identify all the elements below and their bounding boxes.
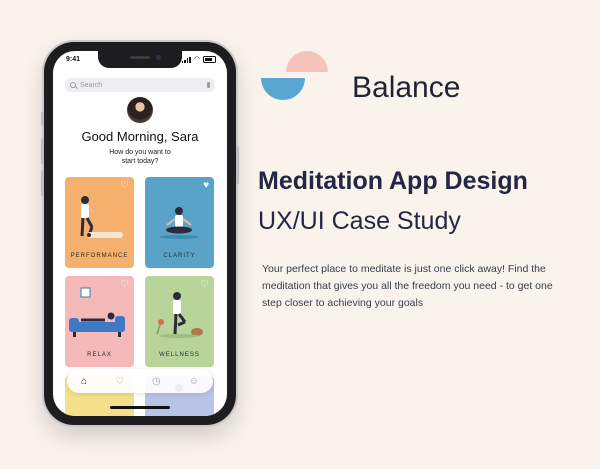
greeting-title: Good Morning, Sara xyxy=(81,129,199,144)
mute-switch xyxy=(41,112,44,126)
phone-mockup: 9:41 ◠ Search Good Morning, Sara How do … xyxy=(41,42,239,425)
description: Your perfect place to meditate is just o… xyxy=(262,263,553,309)
volume-down-button xyxy=(41,170,44,196)
search-input[interactable]: Search xyxy=(65,78,215,92)
microphone-icon[interactable] xyxy=(207,82,210,88)
tab-bar: ⌂ ♡ ◷ ☺ xyxy=(67,369,213,393)
signal-icon xyxy=(181,56,191,63)
search-icon xyxy=(70,82,76,88)
wifi-icon: ◠ xyxy=(193,56,200,63)
card-performance[interactable]: ♡ PERFORMANCE xyxy=(65,177,134,268)
phone-screen: 9:41 ◠ Search Good Morning, Sara How do … xyxy=(53,51,227,416)
avatar[interactable] xyxy=(127,97,153,123)
card-wellness[interactable]: ♡ WELLNESS xyxy=(145,276,214,367)
home-indicator xyxy=(110,406,170,409)
home-icon[interactable]: ⌂ xyxy=(81,376,87,387)
card-label: WELLNESS xyxy=(159,352,200,358)
power-button xyxy=(236,146,239,184)
clock-icon[interactable]: ◷ xyxy=(152,376,161,387)
phone-notch xyxy=(98,51,182,68)
battery-icon xyxy=(203,56,216,63)
profile-icon[interactable]: ☺ xyxy=(189,376,199,387)
card-relax[interactable]: ♡ RELAX xyxy=(65,276,134,367)
greeting-subtitle: How do you want to start today? xyxy=(109,149,171,165)
card-label: PERFORMANCE xyxy=(70,253,129,259)
card-label: RELAX xyxy=(87,352,112,358)
heart-icon[interactable]: ♡ xyxy=(115,376,124,387)
card-label: CLARITY xyxy=(163,253,196,259)
balance-logo-icon xyxy=(261,51,328,100)
status-icons: ◠ xyxy=(181,56,216,63)
headline: Meditation App Design xyxy=(258,167,528,195)
card-clarity[interactable]: ♥ CLARITY xyxy=(145,177,214,268)
volume-up-button xyxy=(41,138,44,164)
status-time: 9:41 xyxy=(66,56,81,63)
subheadline: UX/UI Case Study xyxy=(258,207,461,235)
brand-name: Balance xyxy=(352,71,461,104)
search-placeholder: Search xyxy=(80,81,103,89)
